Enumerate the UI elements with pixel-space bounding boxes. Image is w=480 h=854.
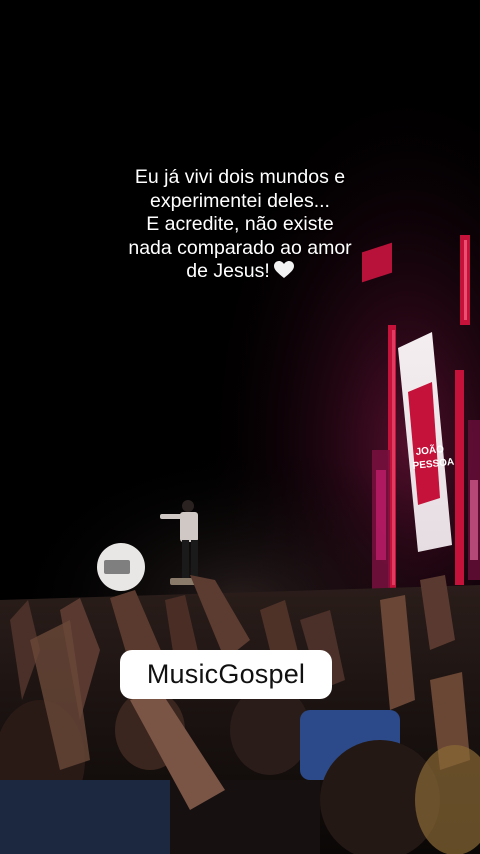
caption-line-2: experimentei deles... <box>150 189 330 212</box>
caption-line-4: nada comparado ao amor <box>128 236 352 259</box>
caption-text: Eu já vivi dois mundos e experimentei de… <box>40 166 440 286</box>
crowd <box>0 575 480 854</box>
balloon <box>97 543 145 591</box>
caption-line-3: E acredite, não existe <box>146 213 334 235</box>
concert-scene: JOÃO PESSOA <box>0 0 480 854</box>
caption-line-5-text: de Jesus! <box>186 260 270 282</box>
caption-line-5: de Jesus! <box>40 260 440 286</box>
music-gospel-label: MusicGospel <box>120 650 332 699</box>
caption-line-1: Eu já vivi dois mundos e <box>134 166 346 188</box>
music-gospel-text: MusicGospel <box>146 659 306 689</box>
white-heart-icon <box>273 261 294 286</box>
